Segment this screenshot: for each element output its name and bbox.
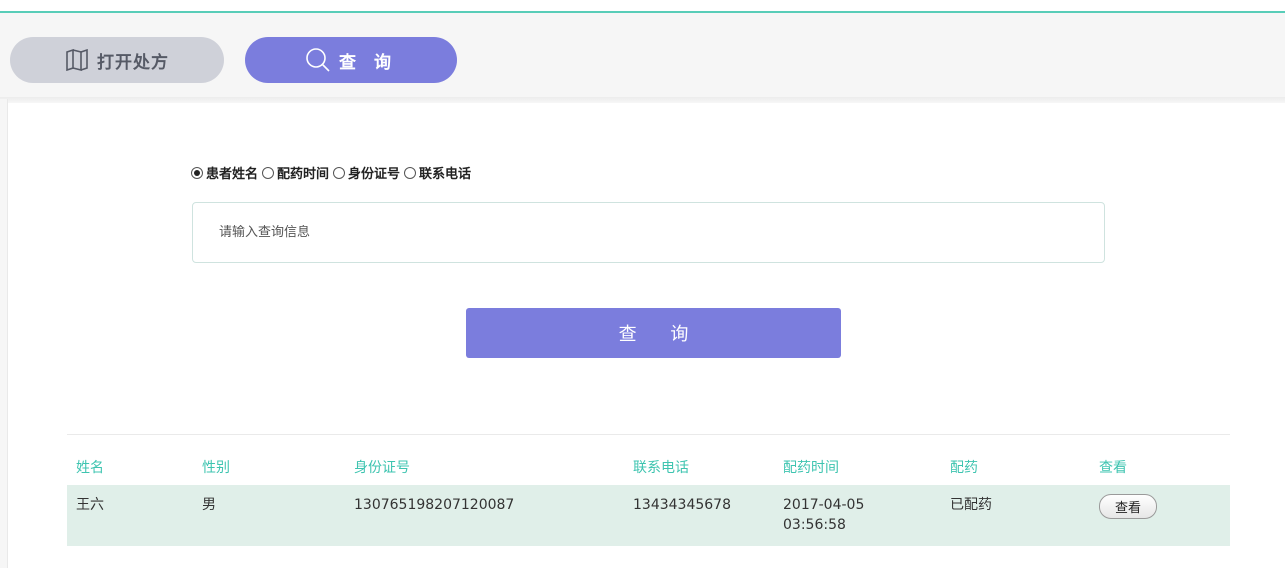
radio-label: 联系电话 bbox=[419, 167, 472, 182]
tab-query-label: 查 询 bbox=[339, 52, 397, 73]
cell-id-number: 130765198207120087 bbox=[354, 497, 515, 513]
column-header-gender: 性别 bbox=[202, 460, 230, 476]
radio-phone[interactable]: 联系电话 bbox=[404, 163, 471, 182]
search-icon bbox=[305, 47, 331, 73]
radio-label: 身份证号 bbox=[348, 167, 401, 182]
table-header: 姓名 性别 身份证号 联系电话 配药时间 配药 查看 bbox=[67, 450, 1230, 484]
cell-dispense-status: 已配药 bbox=[950, 497, 992, 513]
radio-dispense-time[interactable]: 配药时间 bbox=[262, 163, 329, 182]
cell-gender: 男 bbox=[202, 497, 216, 513]
radio-button[interactable] bbox=[262, 166, 275, 179]
query-button[interactable]: 查 询 bbox=[466, 308, 841, 358]
book-icon bbox=[65, 49, 89, 71]
cell-name: 王六 bbox=[76, 497, 104, 513]
search-input[interactable] bbox=[219, 225, 1104, 240]
left-border bbox=[0, 99, 8, 568]
cell-dispense-clock: 03:56:58 bbox=[783, 517, 846, 533]
column-header-dispense: 配药 bbox=[950, 460, 978, 476]
column-header-name: 姓名 bbox=[76, 460, 104, 476]
tab-bar-shadow bbox=[0, 97, 1285, 103]
radio-label: 配药时间 bbox=[277, 167, 330, 182]
table-row: 王六 男 130765198207120087 13434345678 2017… bbox=[67, 485, 1230, 546]
tab-query[interactable]: 查 询 bbox=[245, 37, 457, 83]
table-divider bbox=[67, 434, 1230, 435]
tab-open-prescription-label: 打开处方 bbox=[97, 52, 169, 73]
tab-open-prescription[interactable]: 打开处方 bbox=[10, 37, 224, 83]
radio-button-checked[interactable] bbox=[191, 166, 203, 179]
column-header-view: 查看 bbox=[1099, 460, 1127, 476]
view-button[interactable]: 查看 bbox=[1099, 494, 1157, 519]
radio-label: 患者姓名 bbox=[206, 167, 259, 182]
radio-button[interactable] bbox=[404, 166, 417, 179]
radio-button[interactable] bbox=[333, 166, 346, 179]
search-type-radio-group: 患者姓名 配药时间 身份证号 联系电话 bbox=[191, 163, 475, 182]
column-header-id-number: 身份证号 bbox=[354, 460, 410, 476]
cell-dispense-date: 2017-04-05 bbox=[783, 497, 865, 513]
cell-dispense-time: 2017-04-05 03:56:58 bbox=[783, 495, 864, 535]
radio-id-number[interactable]: 身份证号 bbox=[333, 163, 400, 182]
cell-phone: 13434345678 bbox=[633, 497, 731, 513]
radio-patient-name[interactable]: 患者姓名 bbox=[191, 163, 258, 182]
search-box bbox=[192, 202, 1105, 263]
column-header-phone: 联系电话 bbox=[633, 460, 689, 476]
column-header-dispense-time: 配药时间 bbox=[783, 460, 839, 476]
